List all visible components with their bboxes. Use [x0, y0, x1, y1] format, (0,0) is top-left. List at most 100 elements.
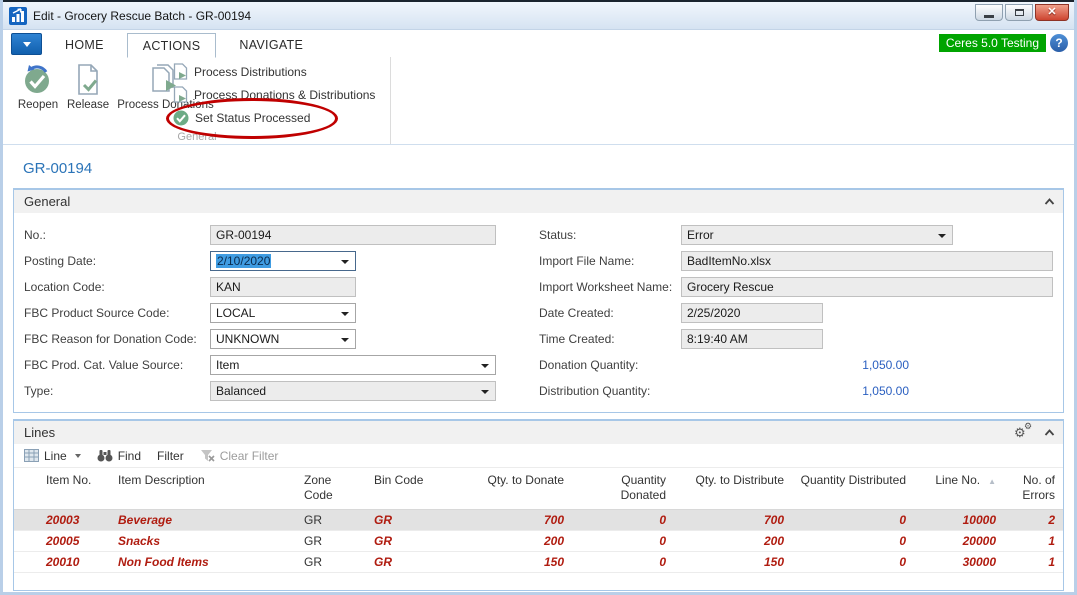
date-created-label: Date Created: — [539, 306, 681, 320]
table-row[interactable]: 20010 Non Food Items GR GR 150 0 150 0 3… — [14, 552, 1063, 573]
lines-fasttab-header[interactable]: Lines ⚙⚙ — [14, 421, 1063, 444]
chevron-down-icon — [23, 42, 31, 47]
app-icon — [9, 7, 27, 25]
chevron-down-icon — [341, 338, 349, 342]
reopen-icon — [21, 62, 55, 96]
import-worksheet-field[interactable]: Grocery Rescue — [681, 277, 1053, 297]
type-label: Type: — [24, 384, 210, 398]
grid-icon — [24, 449, 39, 462]
location-code-label: Location Code: — [24, 280, 210, 294]
binoculars-icon — [97, 449, 113, 462]
process-donations-distributions-button[interactable]: Process Donations & Distributions — [173, 86, 375, 103]
minimize-button[interactable] — [975, 4, 1003, 21]
general-fasttab-header[interactable]: General — [14, 190, 1063, 213]
process-distributions-icon — [173, 63, 188, 80]
col-line-no[interactable]: Line No.▲ — [914, 468, 1004, 510]
import-file-label: Import File Name: — [539, 254, 681, 268]
ribbon-tab-row: HOME ACTIONS NAVIGATE Ceres 5.0 Testing … — [3, 30, 1074, 57]
release-button[interactable]: Release — [65, 60, 111, 114]
maximize-icon — [1015, 9, 1024, 16]
date-created-field[interactable]: 2/25/2020 — [681, 303, 823, 323]
sort-ascending-icon: ▲ — [988, 477, 996, 486]
status-field[interactable]: Error — [681, 225, 953, 245]
reopen-button[interactable]: Reopen — [15, 60, 61, 114]
set-status-processed-icon — [173, 110, 189, 126]
tab-actions[interactable]: ACTIONS — [127, 33, 217, 58]
general-fasttab: General No.: GR-00194 Posting Date: 2/10… — [13, 188, 1064, 413]
col-item-no[interactable]: Item No. — [14, 468, 110, 510]
ribbon-group-label: General — [3, 131, 391, 143]
fbc-prod-cat-label: FBC Prod. Cat. Value Source: — [24, 358, 210, 372]
tab-navigate[interactable]: NAVIGATE — [224, 32, 318, 57]
chevron-down-icon — [938, 234, 946, 238]
maximize-button[interactable] — [1005, 4, 1033, 21]
posting-date-label: Posting Date: — [24, 254, 210, 268]
distribution-quantity-value[interactable]: 1,050.00 — [681, 384, 909, 398]
posting-date-field[interactable]: 2/10/2020 — [210, 251, 356, 271]
chevron-down-icon — [341, 312, 349, 316]
col-zone-code[interactable]: Zone Code — [296, 468, 366, 510]
table-row[interactable]: 20003 Beverage GR GR 700 0 700 0 10000 2 — [14, 510, 1063, 531]
fbc-prod-cat-field[interactable]: Item — [210, 355, 496, 375]
lines-fasttab-title: Lines — [24, 425, 55, 440]
page-title: GR-00194 — [23, 160, 1074, 177]
clear-filter-button[interactable]: Clear Filter — [200, 449, 279, 463]
lines-table: Item No. Item Description Zone Code Bin … — [14, 468, 1063, 573]
status-label: Status: — [539, 228, 681, 242]
general-right-column: Status: Error Import File Name: BadItemN… — [539, 222, 1055, 404]
donation-quantity-label: Donation Quantity: — [539, 358, 681, 372]
help-button[interactable]: ? — [1050, 34, 1068, 52]
process-distributions-button[interactable]: Process Distributions — [173, 63, 375, 80]
close-button[interactable]: ✕ — [1035, 4, 1069, 21]
time-created-label: Time Created: — [539, 332, 681, 346]
col-item-description[interactable]: Item Description — [110, 468, 296, 510]
chevron-down-icon — [481, 364, 489, 368]
minimize-icon — [984, 15, 994, 18]
chevron-down-icon — [75, 454, 81, 458]
collapse-chevron-icon[interactable] — [1044, 198, 1055, 205]
donation-quantity-value[interactable]: 1,050.00 — [681, 358, 909, 372]
tab-home[interactable]: HOME — [50, 32, 119, 57]
application-menu-button[interactable] — [11, 33, 42, 55]
ribbon-group-general: Reopen Release Process — [3, 57, 391, 144]
time-created-field[interactable]: 8:19:40 AM — [681, 329, 823, 349]
collapse-chevron-icon[interactable] — [1044, 429, 1055, 436]
lines-fasttab: Lines ⚙⚙ Line — [13, 419, 1064, 591]
col-bin-code[interactable]: Bin Code — [366, 468, 452, 510]
customize-gear-icon[interactable]: ⚙⚙ — [1014, 425, 1034, 441]
title-bar: Edit - Grocery Rescue Batch - GR-00194 ✕ — [3, 0, 1074, 30]
general-left-column: No.: GR-00194 Posting Date: 2/10/2020 Lo… — [24, 222, 539, 404]
window-title: Edit - Grocery Rescue Batch - GR-00194 — [33, 9, 251, 23]
close-icon: ✕ — [1047, 7, 1056, 18]
clear-filter-icon — [200, 449, 215, 462]
chevron-down-icon — [341, 260, 349, 264]
fbc-product-source-label: FBC Product Source Code: — [24, 306, 210, 320]
table-row[interactable]: 20005 Snacks GR GR 200 0 200 0 20000 1 — [14, 531, 1063, 552]
find-button[interactable]: Find — [97, 449, 141, 463]
ribbon: Reopen Release Process — [3, 57, 1074, 145]
import-worksheet-label: Import Worksheet Name: — [539, 280, 681, 294]
set-status-processed-button[interactable]: Set Status Processed — [173, 109, 375, 126]
app-window: Edit - Grocery Rescue Batch - GR-00194 ✕… — [0, 0, 1077, 595]
col-quantity-donated[interactable]: Quantity Donated — [572, 468, 674, 510]
col-no-of-errors[interactable]: No. of Errors — [1004, 468, 1063, 510]
col-qty-to-donate[interactable]: Qty. to Donate — [452, 468, 572, 510]
chevron-down-icon — [481, 390, 489, 394]
environment-badge: Ceres 5.0 Testing — [939, 34, 1046, 52]
lines-table-header-row: Item No. Item Description Zone Code Bin … — [14, 468, 1063, 510]
no-label: No.: — [24, 228, 210, 242]
filter-button[interactable]: Filter — [157, 449, 184, 463]
col-quantity-distributed[interactable]: Quantity Distributed — [792, 468, 914, 510]
general-fasttab-title: General — [24, 194, 70, 209]
no-field[interactable]: GR-00194 — [210, 225, 496, 245]
col-qty-to-distribute[interactable]: Qty. to Distribute — [674, 468, 792, 510]
import-file-field[interactable]: BadItemNo.xlsx — [681, 251, 1053, 271]
lines-toolbar: Line Find Filter — [14, 444, 1063, 468]
location-code-field[interactable]: KAN — [210, 277, 356, 297]
fbc-reason-field[interactable]: UNKNOWN — [210, 329, 356, 349]
distribution-quantity-label: Distribution Quantity: — [539, 384, 681, 398]
type-field[interactable]: Balanced — [210, 381, 496, 401]
fbc-product-source-field[interactable]: LOCAL — [210, 303, 356, 323]
release-icon — [71, 62, 105, 96]
line-menu-button[interactable]: Line — [24, 449, 81, 463]
